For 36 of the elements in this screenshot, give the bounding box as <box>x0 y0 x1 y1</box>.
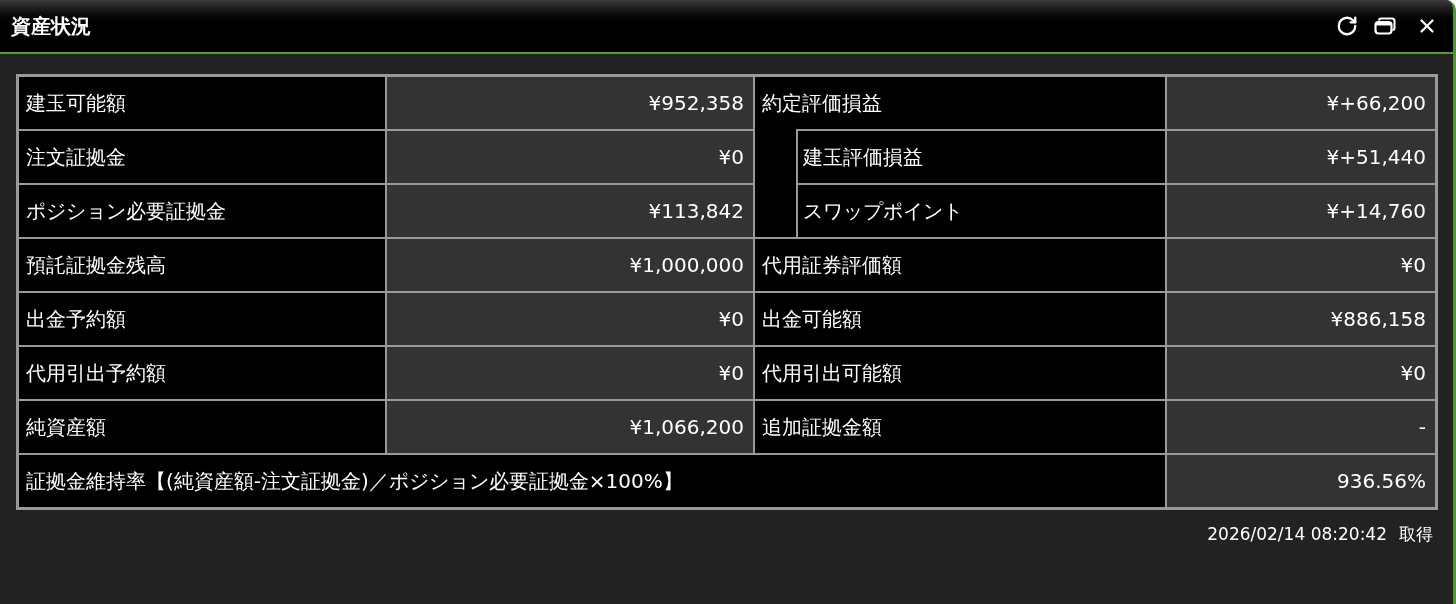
label-cell: 建玉可能額 <box>19 77 385 129</box>
label-cell: 純資産額 <box>19 401 385 453</box>
label-cell: 代用引出可能額 <box>755 347 1165 399</box>
label-cell: 預託証拠金残高 <box>19 239 385 291</box>
label-cell: 代用証券評価額 <box>755 239 1165 291</box>
label-cell: 出金可能額 <box>755 293 1165 345</box>
refresh-icon <box>1336 15 1358 37</box>
label-cell: 代用引出予約額 <box>19 347 385 399</box>
label-cell: 出金予約額 <box>19 293 385 345</box>
label-cell: 証拠金維持率【(純資産額-注文証拠金)／ポジション必要証拠金×100%】 <box>19 455 1165 507</box>
value-cell: ¥0 <box>387 131 753 183</box>
sub-label-cell: スワップポイント <box>796 183 1165 237</box>
label-cell: ポジション必要証拠金 <box>19 185 385 237</box>
value-cell: ¥0 <box>1167 347 1435 399</box>
value-cell: ¥886,158 <box>1167 293 1435 345</box>
value-cell: ¥+51,440 <box>1167 131 1435 183</box>
value-cell: ¥1,000,000 <box>387 239 753 291</box>
value-cell: - <box>1167 401 1435 453</box>
restore-window-icon <box>1374 17 1396 35</box>
value-cell: 936.56% <box>1167 455 1435 507</box>
value-cell: ¥0 <box>387 347 753 399</box>
label-cell: 追加証拠金額 <box>755 401 1165 453</box>
label-cell: 注文証拠金 <box>19 131 385 183</box>
value-cell: ¥952,358 <box>387 77 753 129</box>
refresh-button[interactable] <box>1335 14 1359 38</box>
value-cell: ¥0 <box>387 293 753 345</box>
value-cell: ¥113,842 <box>387 185 753 237</box>
value-cell: ¥+14,760 <box>1167 185 1435 237</box>
sub-label-cell: 建玉評価損益 <box>796 129 1165 183</box>
value-cell: ¥+66,200 <box>1167 77 1435 129</box>
window-title: 資産状況 <box>11 13 91 40</box>
fetch-label: 取得 <box>1399 523 1433 546</box>
value-cell: ¥1,066,200 <box>387 401 753 453</box>
group-label: 約定評価損益 <box>761 90 883 117</box>
timestamp: 2026/02/14 08:20:42 <box>1207 523 1387 546</box>
value-cell: ¥0 <box>1167 239 1435 291</box>
